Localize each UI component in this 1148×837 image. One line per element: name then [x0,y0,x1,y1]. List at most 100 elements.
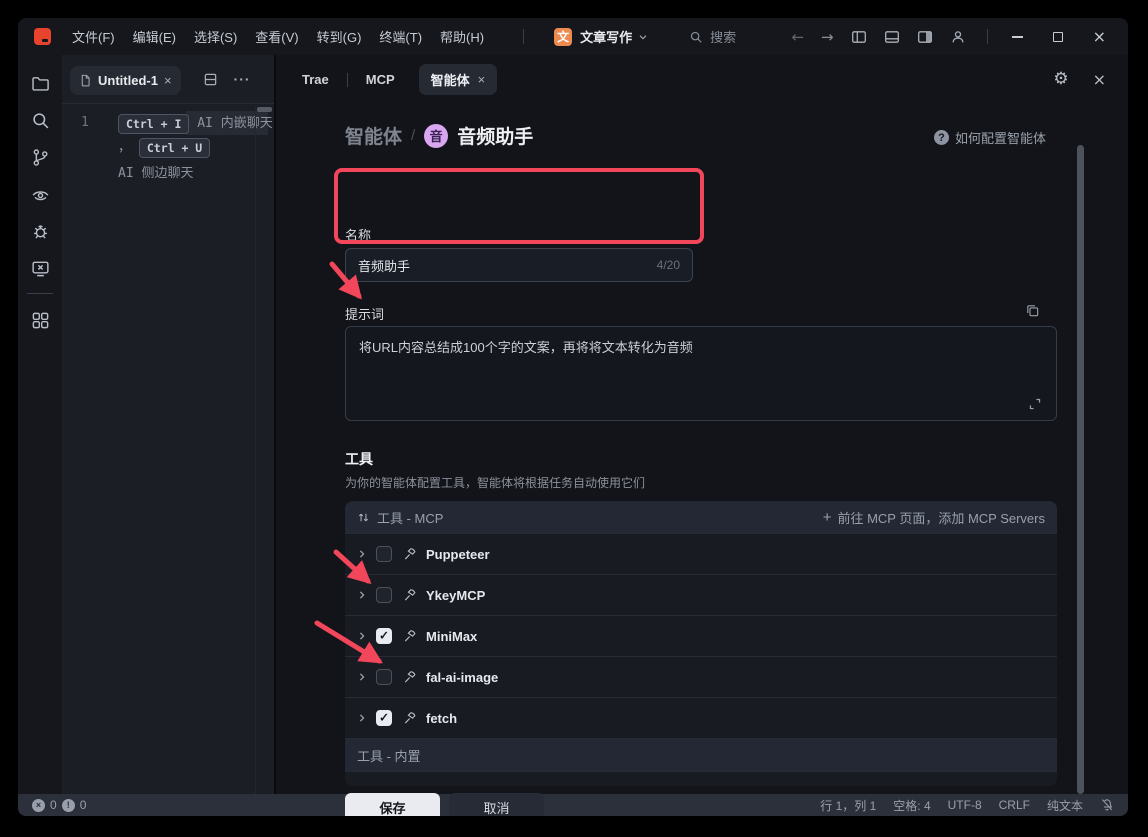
copy-icon[interactable] [1025,303,1040,318]
app-logo-icon[interactable] [34,28,51,45]
chevron-right-icon[interactable] [357,713,367,723]
tool-row-fetch[interactable]: fetch [345,697,1057,738]
expand-icon[interactable] [1028,397,1042,411]
breadcrumb-separator: / [411,127,415,144]
close-window-button[interactable]: × [1093,29,1106,45]
workspace-badge[interactable]: 文 [554,28,572,46]
global-search[interactable]: 搜索 [689,27,736,46]
agent-name-input[interactable] [358,258,649,273]
warning-count: 0 [80,798,87,812]
menu-file[interactable]: 文件(F) [63,23,124,50]
explorer-icon[interactable] [22,65,58,102]
warning-icon: ! [62,799,75,812]
account-icon[interactable] [950,29,966,45]
minimize-button[interactable] [1012,36,1023,38]
tab-untitled-1[interactable]: Untitled-1 × [70,66,181,95]
trae-ide-window: 文件(F) 编辑(E) 选择(S) 查看(V) 转到(G) 终端(T) 帮助(H… [0,0,1148,837]
breadcrumb-agents[interactable]: 智能体 [345,122,402,149]
chevron-right-icon[interactable] [357,631,367,641]
toggle-secondary-sidebar-icon[interactable] [917,29,933,45]
nav-forward-icon[interactable]: → [821,28,834,46]
tool-checkbox[interactable] [376,546,392,562]
tool-name: MiniMax [426,629,477,644]
tool-row-puppeteer[interactable]: Puppeteer [345,533,1057,574]
agent-title: 音频助手 [457,122,533,149]
activity-divider [27,293,53,294]
sort-icon[interactable] [357,511,370,524]
help-link[interactable]: ? 如何配置智能体 [934,128,1046,147]
eol-setting[interactable]: CRLF [999,798,1030,812]
plus-icon: + [823,510,832,525]
tab-mcp[interactable]: MCP [356,66,405,93]
source-control-icon[interactable] [22,139,58,176]
panel-close-icon[interactable]: × [1093,72,1106,88]
extensions-icon[interactable] [22,302,58,339]
menu-edit[interactable]: 编辑(E) [124,23,185,50]
tab-trae[interactable]: Trae [292,66,339,93]
help-link-label: 如何配置智能体 [955,128,1046,147]
tab-agent-active[interactable]: 智能体 × [419,64,498,95]
bell-slash-icon[interactable] [1100,798,1114,812]
kbd-ctrl-i: Ctrl + I [118,114,189,134]
tools-heading: 工具 [345,449,373,469]
chevron-down-icon[interactable] [637,31,649,43]
tab-close-icon[interactable]: × [164,74,172,87]
hint-comma: ， [118,140,131,155]
watch-eye-icon[interactable] [22,176,58,213]
terminal-screen-icon[interactable] [22,250,58,287]
menu-terminal[interactable]: 终端(T) [370,23,431,50]
editor-scrollbar-thumb[interactable] [257,107,272,112]
search-placeholder: 搜索 [710,27,736,46]
builtin-section-title: 工具 - 内置 [357,746,421,765]
search-sidebar-icon[interactable] [22,102,58,139]
menu-help[interactable]: 帮助(H) [431,23,493,50]
prompt-textarea[interactable]: 将URL内容总结成100个字的文案，再将将文本转化为音频 [345,326,1057,421]
toggle-sidebar-icon[interactable] [851,29,867,45]
cancel-button[interactable]: 取消 [449,793,544,816]
chevron-right-icon[interactable] [357,549,367,559]
gear-icon[interactable]: ⚙ [1053,71,1068,88]
tool-checkbox[interactable] [376,628,392,644]
tool-checkbox[interactable] [376,669,392,685]
tool-row-minimax[interactable]: MiniMax [345,615,1057,656]
tool-checkbox[interactable] [376,710,392,726]
titlebar-separator [987,29,988,44]
save-button[interactable]: 保存 [345,793,440,816]
workspace-name[interactable]: 文章写作 [580,27,632,46]
builtin-section-header: 工具 - 内置 [345,738,1057,771]
language-mode[interactable]: 纯文本 [1047,797,1083,814]
chevron-right-icon[interactable] [357,590,367,600]
indent-setting[interactable]: 空格: 4 [893,797,930,814]
panel-scrollbar-thumb[interactable] [1077,145,1084,794]
error-count: 0 [50,798,57,812]
more-actions-icon[interactable]: ··· [234,71,251,87]
char-counter: 4/20 [657,258,680,272]
add-mcp-servers-link[interactable]: + 前往 MCP 页面，添加 MCP Servers [823,508,1045,527]
menu-selection[interactable]: 选择(S) [185,23,246,50]
editor-scrollbar-track [255,105,256,794]
toggle-panel-icon[interactable] [884,29,900,45]
maximize-button[interactable] [1053,32,1063,42]
hammer-icon [403,711,417,725]
tab-agent-close-icon[interactable]: × [478,73,486,86]
panel-tab-bar: Trae MCP 智能体 × ⚙ × [276,55,1128,104]
question-icon: ? [934,130,949,145]
menu-go[interactable]: 转到(G) [308,23,371,50]
prompt-field-label: 提示词 [345,304,384,323]
nav-back-icon[interactable]: ← [791,28,804,46]
tool-checkbox[interactable] [376,587,392,603]
tool-row-ykeymcp[interactable]: YkeyMCP [345,574,1057,615]
tool-row-partial [345,771,1057,786]
debug-bug-icon[interactable] [22,213,58,250]
cursor-position[interactable]: 行 1，列 1 [820,797,876,814]
split-editor-icon[interactable] [203,72,218,87]
tool-name: fetch [426,711,457,726]
hammer-icon [403,547,417,561]
menu-view[interactable]: 查看(V) [246,23,307,50]
hint-side-chat: AI 侧边聊天 [118,166,193,181]
chevron-right-icon[interactable] [357,672,367,682]
encoding[interactable]: UTF-8 [948,798,982,812]
problems-summary[interactable]: × 0 ! 0 [32,798,86,812]
tool-row-fal-ai-image[interactable]: fal-ai-image [345,656,1057,697]
editor-hint-line1: Ctrl + I AI 内嵌聊天 [118,112,273,134]
